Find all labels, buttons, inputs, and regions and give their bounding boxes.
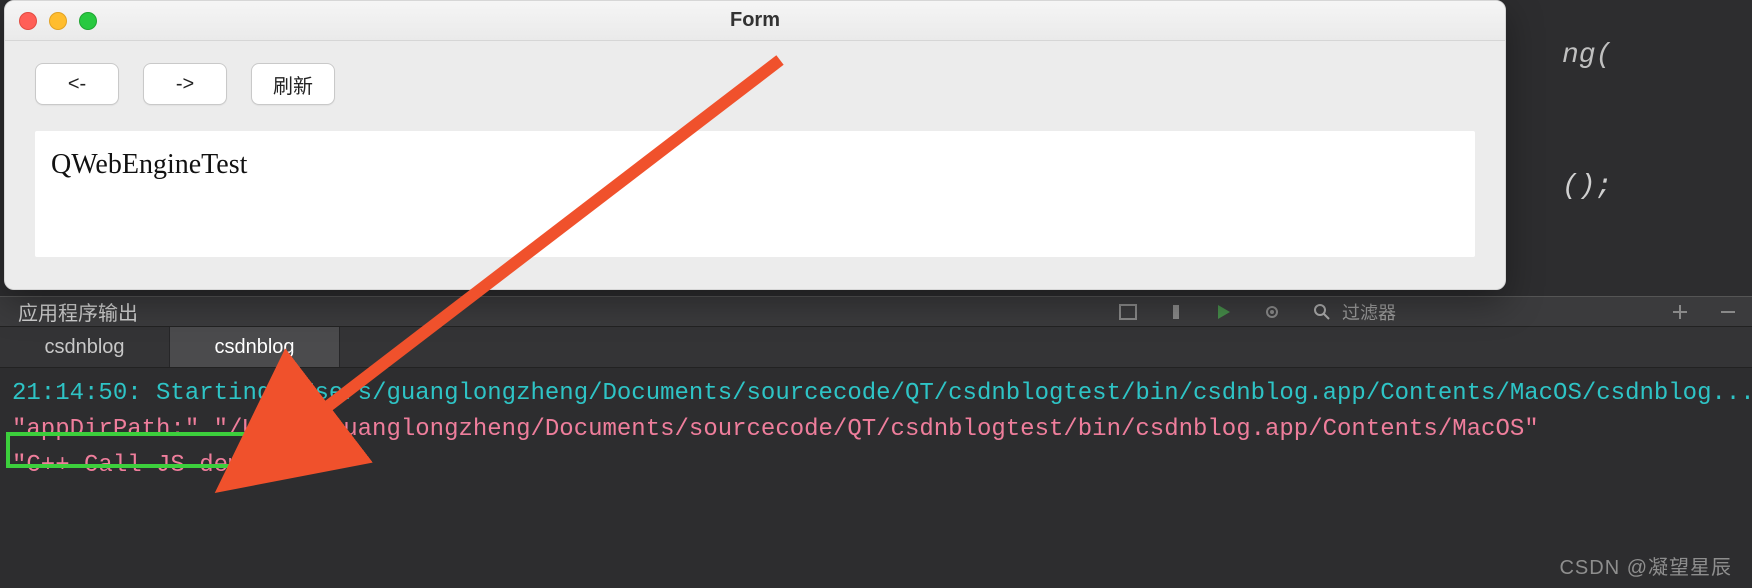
search-icon — [1312, 302, 1332, 322]
minus-icon[interactable] — [1714, 301, 1742, 323]
forward-button[interactable]: -> — [143, 63, 227, 105]
traffic-lights — [5, 1, 97, 40]
background-code: ng( (); — [1502, 0, 1752, 200]
window-body: <- -> 刷新 QWebEngineTest — [5, 41, 1505, 279]
toolbar-row: <- -> 刷新 — [35, 63, 1475, 105]
webview-area[interactable]: QWebEngineTest — [35, 131, 1475, 257]
refresh-button[interactable]: 刷新 — [251, 63, 335, 105]
console-line-2: "appDirPath:" "/Users/guanglongzheng/Doc… — [12, 416, 1539, 443]
minimize-icon[interactable] — [49, 12, 67, 30]
gear-icon[interactable] — [1258, 301, 1286, 323]
output-panel-header: 应用程序输出 过滤器 — [0, 296, 1752, 326]
console-line-3: "C++ Call JS demo" — [12, 452, 271, 479]
bg-code-line-2: (); — [1562, 171, 1752, 202]
window-titlebar[interactable]: Form — [5, 1, 1505, 41]
tab-csdnblog-2[interactable]: csdnblog — [170, 327, 340, 367]
tool-icon-2[interactable] — [1162, 301, 1190, 323]
form-window: Form <- -> 刷新 QWebEngineTest — [4, 0, 1506, 290]
tab-csdnblog-1[interactable]: csdnblog — [0, 327, 170, 367]
console-timestamp: 21:14:50: — [12, 380, 142, 407]
webview-content: QWebEngineTest — [51, 149, 247, 180]
maximize-icon[interactable] — [79, 12, 97, 30]
close-icon[interactable] — [19, 12, 37, 30]
window-title: Form — [5, 9, 1505, 32]
output-tabs: csdnblog csdnblog — [0, 326, 1752, 368]
bg-code-line-1: ng( — [1562, 40, 1752, 71]
console-line-1: Starting /Users/guanglongzheng/Documents… — [142, 380, 1752, 407]
tool-icon-3[interactable] — [1210, 301, 1238, 323]
console-output[interactable]: 21:14:50: Starting /Users/guanglongzheng… — [0, 368, 1752, 588]
back-button[interactable]: <- — [35, 63, 119, 105]
filter-search[interactable]: 过滤器 — [1312, 299, 1396, 325]
tool-icon-1[interactable] — [1114, 301, 1142, 323]
output-panel-title: 应用程序输出 — [18, 297, 138, 326]
filter-label: 过滤器 — [1342, 299, 1396, 325]
plus-icon[interactable] — [1666, 301, 1694, 323]
